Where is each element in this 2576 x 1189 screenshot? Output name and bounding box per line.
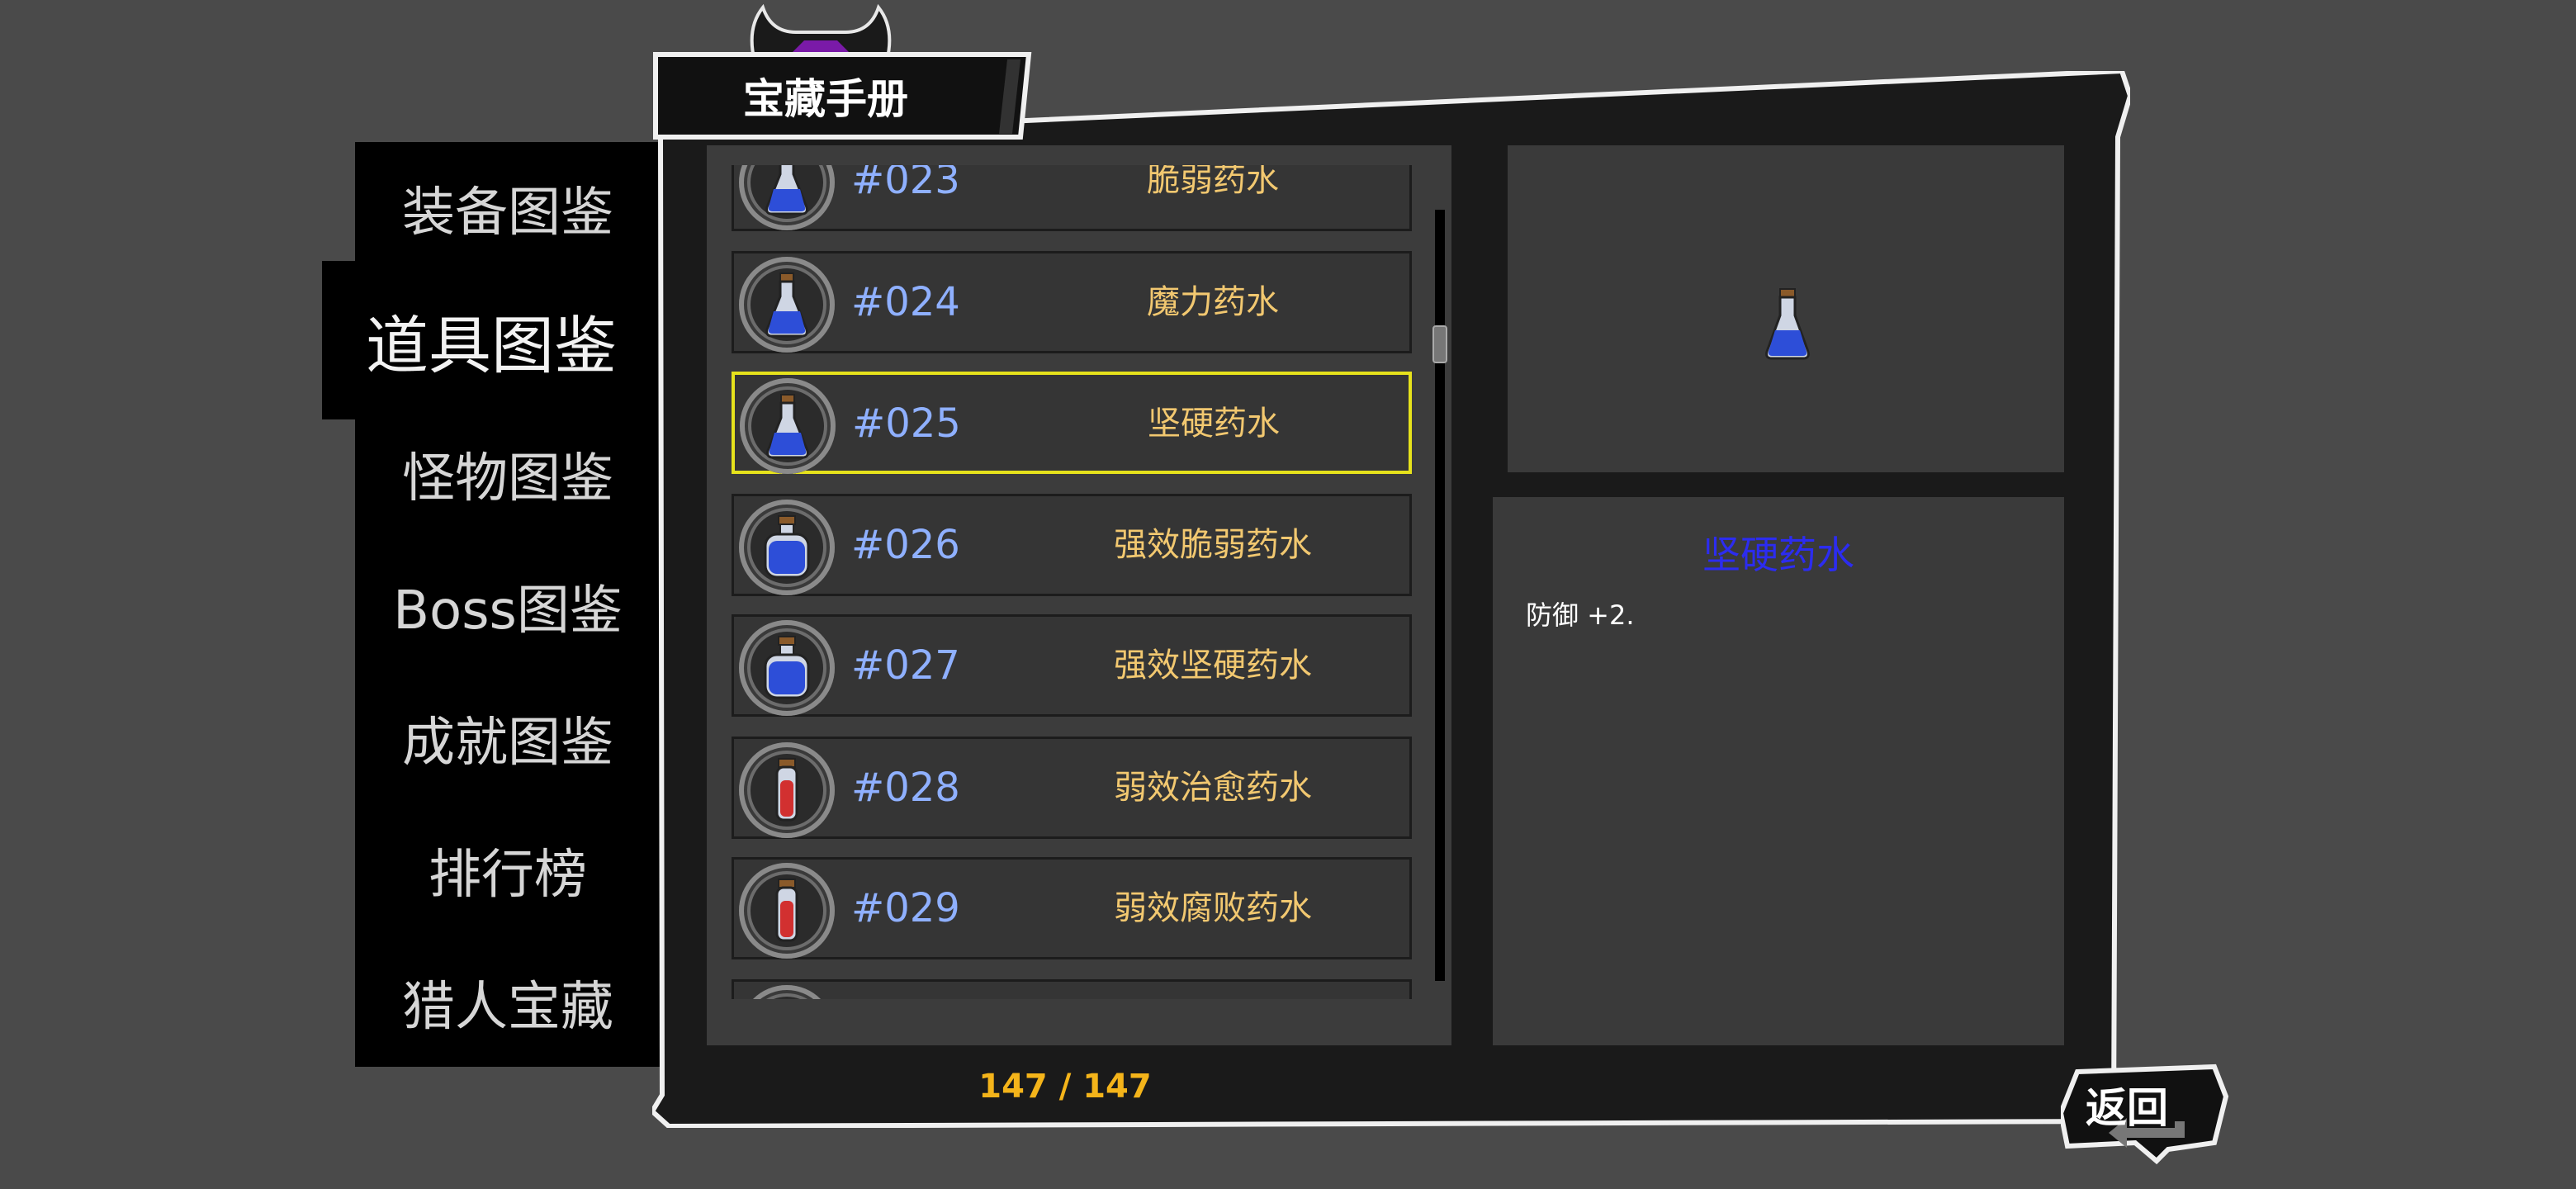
- sidebar-item-monsters[interactable]: 怪物图鉴: [355, 408, 661, 540]
- item-name: 坚硬药水: [1148, 405, 1280, 443]
- item-row[interactable]: [732, 979, 1412, 999]
- item-number: #027: [851, 642, 960, 689]
- item-name: 强效坚硬药水: [1114, 647, 1312, 685]
- category-sidebar: 装备图鉴 道具图鉴 怪物图鉴 Boss图鉴 成就图鉴 排行榜 猎人宝藏: [322, 142, 661, 1068]
- item-name: 魔力药水: [1147, 283, 1279, 321]
- item-description-panel: 坚硬药水 防御 +2.: [1493, 497, 2064, 1045]
- item-name: 强效脆弱药水: [1114, 526, 1312, 564]
- blue-bottle-icon: [739, 620, 835, 716]
- sidebar-item-items[interactable]: 道具图鉴: [322, 261, 661, 419]
- item-row[interactable]: #024 魔力药水: [732, 251, 1412, 353]
- item-number: #028: [851, 765, 960, 811]
- page-title: 宝藏手册: [743, 75, 908, 123]
- item-name: 脆弱药水: [1147, 165, 1279, 199]
- item-counter: 147 / 147: [978, 1068, 1152, 1106]
- item-row[interactable]: #027 强效坚硬药水: [732, 614, 1412, 717]
- red-vial-icon: [739, 742, 835, 838]
- item-badge-icon: [739, 985, 835, 999]
- detail-item-description: 防御 +2.: [1526, 599, 1635, 631]
- blue-flask-icon: [739, 165, 835, 230]
- item-number: #026: [851, 522, 960, 568]
- item-number: #025: [852, 400, 961, 447]
- item-preview: [1508, 145, 2064, 472]
- blue-flask-icon: [740, 378, 836, 474]
- blue-bottle-icon: [739, 500, 835, 595]
- sidebar-item-hunter-treasure[interactable]: 猎人宝藏: [355, 936, 661, 1068]
- item-number: #024: [851, 279, 960, 325]
- title-tab: 宝藏手册: [652, 51, 1032, 140]
- detail-item-name: 坚硬药水: [1702, 533, 1854, 577]
- item-list: #023 脆弱药水 #024 魔力药水 #025 坚硬药水 #026 强效脆弱药水 #027 强效…: [732, 165, 1427, 999]
- item-name: 弱效治愈药水: [1114, 769, 1312, 807]
- preview-flask-icon: [1765, 288, 1810, 360]
- item-row[interactable]: #023 脆弱药水: [732, 165, 1412, 231]
- back-button[interactable]: 返回: [2061, 1063, 2231, 1166]
- item-row[interactable]: #025 坚硬药水: [732, 372, 1412, 474]
- back-label: 返回: [2086, 1084, 2168, 1132]
- item-row[interactable]: #029 弱效腐败药水: [732, 857, 1412, 959]
- sidebar-item-achievements[interactable]: 成就图鉴: [355, 672, 661, 804]
- sidebar-item-boss[interactable]: Boss图鉴: [355, 540, 661, 672]
- red-vial-icon: [739, 863, 835, 959]
- item-name: 弱效腐败药水: [1114, 889, 1312, 927]
- item-list-area: #023 脆弱药水 #024 魔力药水 #025 坚硬药水 #026 强效脆弱药水 #027 强效…: [707, 145, 1451, 1045]
- blue-flask-icon: [739, 257, 835, 353]
- sidebar-item-leaderboard[interactable]: 排行榜: [355, 804, 661, 936]
- item-row[interactable]: #028 弱效治愈药水: [732, 737, 1412, 839]
- item-number: #023: [851, 165, 960, 203]
- item-number: #029: [851, 885, 960, 931]
- item-row[interactable]: #026 强效脆弱药水: [732, 494, 1412, 596]
- scrollbar-thumb[interactable]: [1432, 325, 1447, 363]
- sidebar-item-equipment[interactable]: 装备图鉴: [355, 142, 661, 274]
